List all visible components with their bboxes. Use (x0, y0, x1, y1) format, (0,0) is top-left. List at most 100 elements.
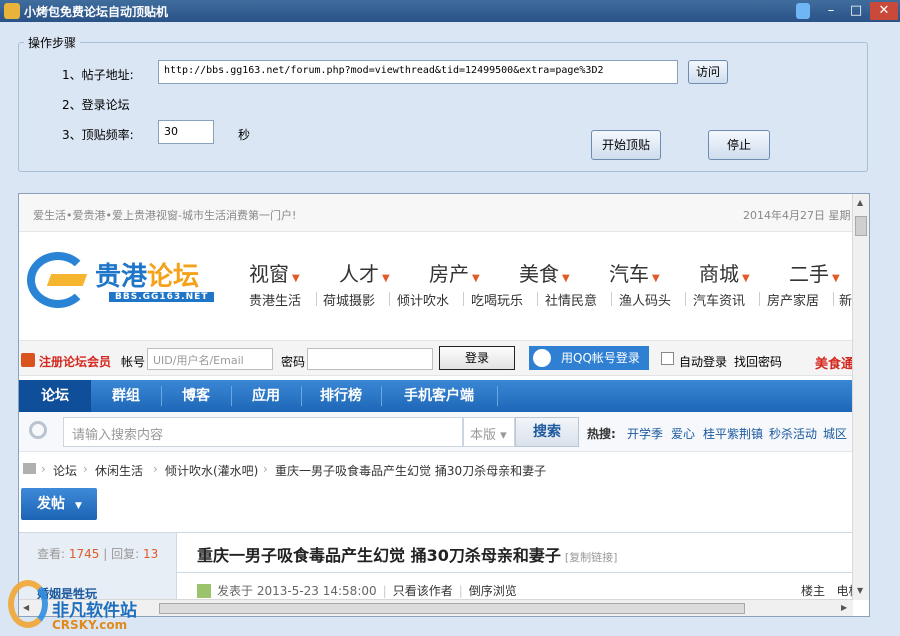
site-date: 2014年4月27日 星期 (743, 209, 851, 222)
nav-sub-item[interactable]: 贵港生活 (249, 290, 301, 309)
nav-big-item[interactable]: 汽车 ▼ (609, 258, 660, 287)
tab-forum[interactable]: 论坛 (19, 380, 91, 412)
maximize-button[interactable]: □ (845, 2, 867, 20)
close-button[interactable]: ✕ (870, 2, 898, 20)
hot-search-link[interactable]: 开学季 (627, 425, 663, 442)
scroll-down-icon[interactable]: ▼ (857, 586, 863, 595)
nav-sub-item[interactable]: 荷城摄影 (323, 290, 375, 309)
new-post-button[interactable]: 发帖 ▼ (21, 488, 97, 520)
breadcrumb: › 论坛 › 休闲生活 › 倾计吹水(灌水吧) › 重庆一男子吸食毒品产生幻觉 … (19, 458, 853, 480)
nav-big-item[interactable]: 二手 ▼ (789, 258, 840, 287)
hot-search-link[interactable]: 爱心 (671, 425, 695, 442)
password-input[interactable] (307, 348, 433, 370)
tab-ranking[interactable]: 排行榜 (301, 380, 381, 412)
vertical-scroll-thumb[interactable] (855, 216, 867, 236)
nav-sub-item[interactable]: 吃喝玩乐 (471, 290, 523, 309)
watermark-url: CRSKY.com (52, 618, 128, 632)
post-meta: 发表于 2013-5-23 14:58:00 | 只看该作者 | 倒序浏览 (197, 582, 517, 599)
copy-link[interactable]: [复制链接] (565, 551, 618, 564)
tab-groups[interactable]: 群组 (91, 380, 161, 412)
thread-divider (177, 572, 853, 573)
vertical-scrollbar[interactable]: ▲ ▼ (852, 194, 869, 600)
scroll-right-icon[interactable]: ▶ (841, 603, 847, 612)
nav-divider (497, 386, 498, 406)
stop-button[interactable]: 停止 (708, 130, 770, 160)
search-button[interactable]: 搜索 (515, 417, 579, 447)
tab-apps[interactable]: 应用 (231, 380, 301, 412)
search-input[interactable]: 请输入搜索内容 (63, 417, 463, 447)
floor-label: 楼主 电梯 (801, 584, 853, 598)
register-link[interactable]: 注册论坛会员 (39, 353, 111, 370)
logo-arrow-icon (46, 274, 88, 286)
login-button[interactable]: 登录 (439, 346, 515, 370)
breadcrumb-item[interactable]: 休闲生活 (95, 462, 143, 479)
search-icon (29, 421, 47, 439)
embedded-browser[interactable]: 爱生活•爱贵港•爱上贵港视窗-城市生活消费第一门户! 2014年4月27日 星期… (18, 193, 870, 617)
home-icon[interactable] (23, 463, 36, 474)
breadcrumb-item[interactable]: 论坛 (53, 462, 77, 479)
horizontal-scroll-thumb[interactable] (159, 603, 745, 614)
nav-big-item[interactable]: 美食 ▼ (519, 258, 570, 287)
skin-icon[interactable] (796, 3, 810, 19)
nav-big-item[interactable]: 商城 ▼ (699, 258, 750, 287)
breadcrumb-item[interactable]: 重庆一男子吸食毒品产生幻觉 捅30刀杀母亲和妻子 (275, 462, 546, 479)
start-button[interactable]: 开始顶贴 (591, 130, 661, 160)
hot-search-label: 热搜: (587, 427, 616, 441)
account-label: 帐号 (121, 355, 146, 369)
watermark-logo-icon (8, 580, 48, 628)
nav-divider (611, 292, 612, 306)
password-label: 密码 (281, 355, 306, 369)
breadcrumb-separator: › (153, 462, 158, 476)
qq-icon (533, 349, 551, 367)
nav-sub-item[interactable]: 渔人码头 (619, 290, 671, 309)
food-link[interactable]: 美食通 (815, 353, 853, 372)
hot-search-link[interactable]: 秒杀活动 (769, 425, 817, 442)
search-row: 请输入搜索内容 本版 ▾ 搜索 热搜: 开学季 爱心 桂平紫荆镇 秒杀活动 城区 (19, 412, 853, 452)
breadcrumb-item[interactable]: 倾计吹水(灌水吧) (165, 462, 258, 479)
step1-label: 1、帖子地址: (62, 68, 134, 82)
title-bar: 小烤包免费论坛自动顶贴机 – □ ✕ (0, 0, 900, 22)
find-password-link[interactable]: 找回密码 (734, 353, 782, 370)
visit-button[interactable]: 访问 (688, 60, 728, 84)
site-top-strip: 爱生活•爱贵港•爱上贵港视窗-城市生活消费第一门户! 2014年4月27日 星期 (19, 194, 853, 232)
site-logo[interactable]: 贵港论坛 BBS.GG163.NET (27, 250, 239, 310)
qq-login-button[interactable]: 用QQ帐号登录 (529, 346, 649, 370)
nav-divider (759, 292, 760, 306)
nav-divider (685, 292, 686, 306)
frequency-input[interactable]: 30 (158, 120, 214, 144)
auto-login-label: 自动登录 (679, 355, 728, 369)
app-window: 小烤包免费论坛自动顶贴机 – □ ✕ 操作步骤 1、帖子地址: http://b… (0, 0, 900, 636)
search-scope-select[interactable]: 本版 ▾ (463, 417, 515, 447)
nav-divider (463, 292, 464, 306)
breadcrumb-separator: › (83, 462, 88, 476)
tab-mobile-client[interactable]: 手机客户端 (381, 380, 497, 412)
register-icon (21, 353, 35, 367)
post-url-input[interactable]: http://bbs.gg163.net/forum.php?mod=viewt… (158, 60, 678, 84)
nav-big-item[interactable]: 视窗 ▼ (249, 258, 300, 287)
nav-big-item[interactable]: 人才 ▼ (339, 258, 390, 287)
nav-divider (537, 292, 538, 306)
breadcrumb-separator: › (41, 462, 46, 476)
account-input[interactable]: UID/用户名/Email (147, 348, 273, 370)
tab-blog[interactable]: 博客 (161, 380, 231, 412)
nav-sub-item[interactable]: 房产家居 (767, 290, 819, 309)
nav-big-item[interactable]: 房产 ▼ (429, 258, 480, 287)
logo-name: 贵港论坛 (95, 262, 200, 292)
nav-divider (833, 292, 834, 306)
hot-search-link[interactable]: 桂平紫荆镇 (703, 425, 763, 442)
hot-search-link[interactable]: 城区 (823, 425, 847, 442)
only-author-link[interactable]: 只看该作者 (393, 584, 453, 598)
steps-legend: 操作步骤 (24, 34, 81, 51)
auto-login-checkbox[interactable] (661, 352, 674, 365)
nav-sub-item[interactable]: 新 (839, 290, 852, 309)
nav-sub-item[interactable]: 倾计吹水 (397, 290, 449, 309)
scroll-up-icon[interactable]: ▲ (857, 198, 863, 207)
step2-label[interactable]: 2、登录论坛 (62, 96, 130, 113)
nav-sub-item[interactable]: 汽车资讯 (693, 290, 745, 309)
breadcrumb-separator: › (263, 462, 268, 476)
reverse-order-link[interactable]: 倒序浏览 (469, 584, 517, 598)
minimize-button[interactable]: – (820, 2, 842, 20)
login-bar: 注册论坛会员 帐号 UID/用户名/Email 密码 登录 用QQ帐号登录 自动… (19, 340, 853, 376)
forum-page: 爱生活•爱贵港•爱上贵港视窗-城市生活消费第一门户! 2014年4月27日 星期… (19, 194, 853, 600)
nav-sub-item[interactable]: 社情民意 (545, 290, 597, 309)
